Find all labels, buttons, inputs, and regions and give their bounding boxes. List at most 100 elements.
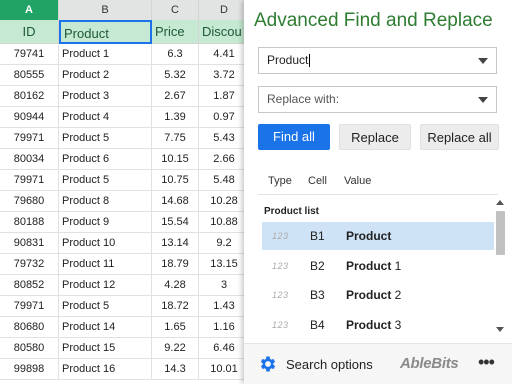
cell-id[interactable]: 79971: [0, 296, 59, 317]
header-cell-id[interactable]: ID: [0, 20, 59, 44]
cell-price[interactable]: 6.3: [152, 44, 199, 65]
find-input[interactable]: Product: [258, 47, 497, 74]
cell-product[interactable]: Product 9: [59, 212, 152, 233]
cell-price[interactable]: 18.79: [152, 254, 199, 275]
cell-price[interactable]: 13.14: [152, 233, 199, 254]
cell-discount[interactable]: 2.66: [199, 149, 250, 170]
cell-product[interactable]: Product 10: [59, 233, 152, 254]
cell-id[interactable]: 79971: [0, 170, 59, 191]
divider: [258, 194, 498, 195]
cell-discount[interactable]: 10.88: [199, 212, 250, 233]
cell-product[interactable]: Product 8: [59, 191, 152, 212]
cell-id[interactable]: 90831: [0, 233, 59, 254]
cell-product[interactable]: Product 16: [59, 359, 152, 380]
cell-discount[interactable]: 0.97: [199, 107, 250, 128]
cell-id[interactable]: 80852: [0, 275, 59, 296]
cell-product[interactable]: Product 15: [59, 338, 152, 359]
cell-id[interactable]: 79971: [0, 128, 59, 149]
result-row[interactable]: 123 B1 Product: [262, 222, 494, 250]
replace-button[interactable]: Replace: [339, 124, 411, 150]
cell-discount[interactable]: 13.15: [199, 254, 250, 275]
result-rest: 3: [391, 318, 402, 332]
scroll-down-icon[interactable]: [496, 327, 504, 332]
cell-id[interactable]: 79680: [0, 191, 59, 212]
more-options-icon[interactable]: •••: [478, 352, 495, 373]
cell-discount[interactable]: 4.41: [199, 44, 250, 65]
cell-discount[interactable]: 10.01: [199, 359, 250, 380]
find-all-button[interactable]: Find all: [258, 124, 330, 150]
results-header-value[interactable]: Value: [344, 175, 371, 187]
result-cell: B3: [310, 288, 325, 302]
results-scrollbar[interactable]: [494, 197, 506, 337]
cell-price[interactable]: 14.68: [152, 191, 199, 212]
result-cell: B1: [310, 229, 325, 243]
replace-input-placeholder: Replace with:: [267, 92, 340, 106]
search-options-link[interactable]: Search options: [286, 357, 373, 372]
cell-product[interactable]: Product 5: [59, 170, 152, 191]
replace-input[interactable]: Replace with:: [258, 86, 497, 113]
cell-price[interactable]: 4.28: [152, 275, 199, 296]
cell-price[interactable]: 10.75: [152, 170, 199, 191]
cell-discount[interactable]: 10.28: [199, 191, 250, 212]
cell-price[interactable]: 10.15: [152, 149, 199, 170]
cell-id[interactable]: 79741: [0, 44, 59, 65]
cell-discount[interactable]: 3.72: [199, 65, 250, 86]
cell-id[interactable]: 80555: [0, 65, 59, 86]
cell-price[interactable]: 2.67: [152, 86, 199, 107]
cell-product[interactable]: Product 4: [59, 107, 152, 128]
cell-product[interactable]: Product 3: [59, 86, 152, 107]
cell-id[interactable]: 80162: [0, 86, 59, 107]
result-row[interactable]: 123 B3 Product 2: [262, 281, 494, 309]
column-header-d[interactable]: D: [199, 0, 250, 20]
cell-discount[interactable]: 1.43: [199, 296, 250, 317]
cell-id[interactable]: 79732: [0, 254, 59, 275]
cell-discount[interactable]: 3: [199, 275, 250, 296]
header-cell-discount[interactable]: Discou: [199, 20, 250, 44]
cell-price[interactable]: 14.3: [152, 359, 199, 380]
result-row[interactable]: 123 B4 Product 3: [262, 311, 494, 339]
cell-price[interactable]: 9.22: [152, 338, 199, 359]
cell-product[interactable]: Product 14: [59, 317, 152, 338]
cell-id[interactable]: 80580: [0, 338, 59, 359]
cell-discount[interactable]: 1.87: [199, 86, 250, 107]
cell-discount[interactable]: 1.16: [199, 317, 250, 338]
cell-price[interactable]: 15.54: [152, 212, 199, 233]
column-header-b[interactable]: B: [59, 0, 152, 20]
cell-product[interactable]: Product 5: [59, 296, 152, 317]
cell-id[interactable]: 99898: [0, 359, 59, 380]
cell-product[interactable]: Product 12: [59, 275, 152, 296]
number-type-icon: 123: [272, 261, 289, 271]
results-header-cell[interactable]: Cell: [308, 175, 327, 187]
cell-discount[interactable]: 6.46: [199, 338, 250, 359]
result-row[interactable]: 123 B2 Product 1: [262, 252, 494, 280]
cell-product[interactable]: Product 6: [59, 149, 152, 170]
header-cell-price[interactable]: Price: [152, 20, 199, 44]
cell-product[interactable]: Product 5: [59, 128, 152, 149]
column-header-a[interactable]: A: [0, 0, 59, 20]
cell-id[interactable]: 80034: [0, 149, 59, 170]
gear-icon[interactable]: [258, 354, 278, 374]
cell-id[interactable]: 90944: [0, 107, 59, 128]
cell-id[interactable]: 80680: [0, 317, 59, 338]
results-header-type[interactable]: Type: [268, 175, 292, 187]
column-header-c[interactable]: C: [152, 0, 199, 20]
scrollbar-thumb[interactable]: [496, 211, 505, 255]
cell-price[interactable]: 1.39: [152, 107, 199, 128]
cell-id[interactable]: 80188: [0, 212, 59, 233]
chevron-down-icon[interactable]: [478, 97, 488, 103]
cell-discount[interactable]: 9.2: [199, 233, 250, 254]
cell-price[interactable]: 5.32: [152, 65, 199, 86]
cell-price[interactable]: 1.65: [152, 317, 199, 338]
scroll-up-icon[interactable]: [496, 200, 504, 205]
cell-product[interactable]: Product 11: [59, 254, 152, 275]
result-rest: 2: [391, 288, 402, 302]
chevron-down-icon[interactable]: [478, 58, 488, 64]
cell-price[interactable]: 18.72: [152, 296, 199, 317]
cell-discount[interactable]: 5.48: [199, 170, 250, 191]
cell-product[interactable]: Product 1: [59, 44, 152, 65]
cell-discount[interactable]: 5.43: [199, 128, 250, 149]
cell-product[interactable]: Product 2: [59, 65, 152, 86]
header-cell-product[interactable]: Product: [59, 20, 152, 44]
replace-all-button[interactable]: Replace all: [420, 124, 499, 150]
cell-price[interactable]: 7.75: [152, 128, 199, 149]
